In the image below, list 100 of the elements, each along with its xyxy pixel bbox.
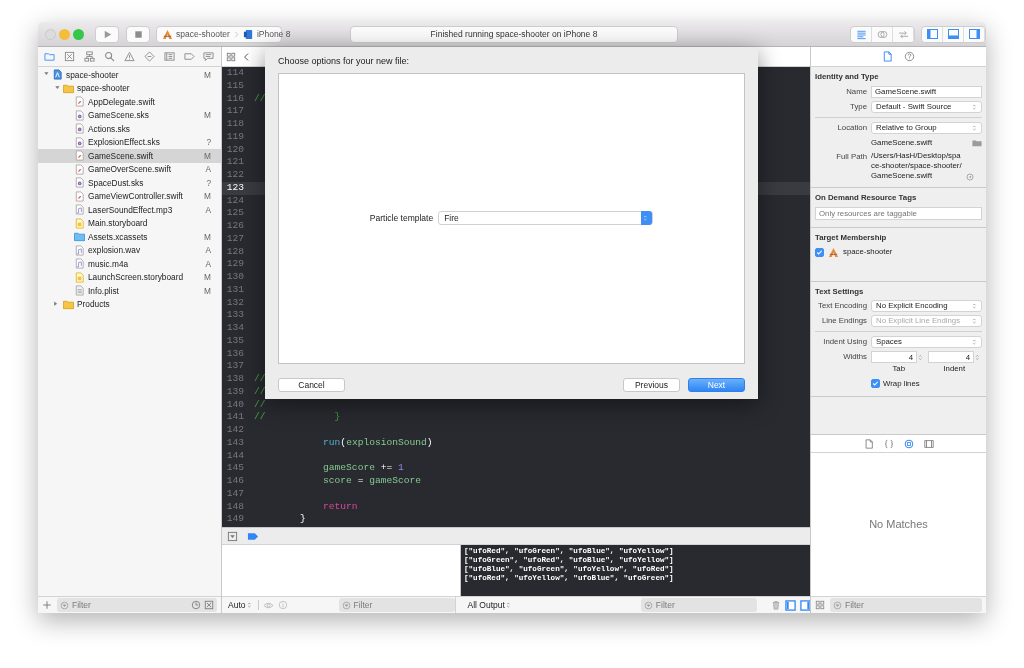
code-comment: //	[254, 373, 266, 386]
info-icon[interactable]	[277, 600, 288, 610]
hide-panel-icon[interactable]	[227, 530, 238, 542]
line-number: 124	[225, 194, 245, 208]
help-icon[interactable]	[904, 51, 915, 62]
panel-icon[interactable]	[799, 599, 811, 611]
filter-input[interactable]: Filter	[655, 598, 716, 612]
lines-icon	[855, 28, 867, 40]
line-number: 125	[225, 207, 245, 220]
file-name: Info.plist	[88, 284, 119, 297]
search-icon[interactable]	[104, 51, 116, 62]
breakpoint-icon[interactable]	[247, 530, 259, 542]
file-tree-item[interactable]: LaunchScreen.storyboard M	[38, 270, 221, 284]
template-select[interactable]: Fire	[438, 211, 654, 225]
clock-icon[interactable]	[191, 600, 201, 610]
file-tree-item[interactable]: music.m4a A	[38, 257, 221, 271]
file-tree-item[interactable]: AppDelegate.swift	[38, 95, 221, 109]
filter-field[interactable]: Filter	[338, 598, 455, 612]
file-tree-item[interactable]: Main.storyboard	[38, 216, 221, 230]
file-tree-item[interactable]: ExplosionEffect.sks ?	[38, 135, 221, 149]
braces-icon[interactable]	[883, 438, 894, 449]
panel-toggle-control[interactable]	[921, 25, 986, 43]
hierarchy-icon[interactable]	[84, 51, 96, 62]
filter-field[interactable]: Filter	[640, 598, 757, 612]
file-icon[interactable]	[882, 51, 893, 62]
disclosure-triangle-icon[interactable]	[53, 84, 60, 92]
file-tree-item[interactable]: GameScene.swift M	[38, 149, 221, 163]
file-icon[interactable]	[863, 438, 874, 449]
folder-icon	[74, 231, 85, 243]
file-tree-item[interactable]: Products	[38, 297, 221, 311]
file-tree-item[interactable]: SpaceDust.sks ?	[38, 176, 221, 190]
cancel-button[interactable]: Cancel	[278, 377, 345, 392]
scope-select[interactable]: Auto	[228, 598, 254, 612]
warning-icon[interactable]	[123, 51, 135, 62]
updown-icon	[246, 600, 254, 610]
file-icon	[74, 285, 85, 297]
editor-mode-control[interactable]	[850, 25, 915, 43]
disclosure-triangle-icon[interactable]	[53, 300, 60, 308]
file-tree-item[interactable]: space-shooter	[38, 81, 221, 95]
x-box-icon[interactable]	[204, 600, 214, 610]
arrow-circle-icon[interactable]	[966, 173, 974, 182]
file-tree-item[interactable]: space-shooter M	[38, 68, 221, 82]
file-name: GameScene.swift	[88, 149, 154, 162]
speech-bubble-icon[interactable]	[203, 51, 215, 62]
stop-button[interactable]	[126, 25, 150, 43]
run-button[interactable]	[95, 25, 119, 43]
file-icon	[74, 96, 85, 108]
folder-icon[interactable]	[44, 51, 56, 62]
circles-icon	[876, 28, 888, 40]
file-name: SpaceDust.sks	[88, 176, 144, 189]
updown-icon	[972, 337, 979, 348]
grid-icon[interactable]	[815, 600, 825, 610]
arrows-icon	[897, 28, 909, 40]
line-number: 116	[225, 92, 245, 106]
status-label: M	[204, 230, 211, 243]
grid-icon[interactable]	[226, 51, 236, 62]
device-name[interactable]: iPhone 8	[256, 27, 291, 41]
filter-field[interactable]: Filter	[830, 598, 982, 612]
file-name: music.m4a	[88, 257, 129, 270]
add-icon[interactable]	[42, 600, 52, 610]
diamond-icon[interactable]	[143, 51, 155, 62]
line-number: 145	[225, 462, 245, 475]
x-box-icon[interactable]	[64, 51, 76, 62]
activity-view: Finished running space-shooter on iPhone 8	[350, 25, 678, 43]
line-number: 129	[225, 258, 245, 271]
code-comment: //	[254, 385, 266, 399]
window-control-button[interactable]	[73, 28, 84, 40]
code-token: gameScore	[322, 462, 375, 475]
file-name: Actions.sks	[88, 122, 130, 135]
back-icon[interactable]	[242, 51, 251, 62]
filter-field[interactable]: Filter	[57, 598, 217, 612]
file-tree-item[interactable]: Actions.sks	[38, 122, 221, 136]
film-icon[interactable]	[923, 438, 934, 449]
checkbox[interactable]	[871, 379, 880, 389]
file-tree-item[interactable]: GameViewController.swift M	[38, 189, 221, 203]
list-icon[interactable]	[163, 51, 175, 62]
file-icon	[74, 109, 85, 121]
line-number: 144	[225, 449, 245, 463]
previous-button[interactable]: Previous	[623, 377, 680, 392]
filter-input[interactable]: Filter	[353, 598, 414, 612]
line-number: 138	[225, 373, 245, 386]
output-select[interactable]: All Output	[467, 598, 513, 612]
tag-icon[interactable]	[183, 51, 195, 62]
file-tree-item[interactable]: LaserSoundEffect.mp3 A	[38, 203, 221, 217]
line-number: 141	[225, 411, 245, 424]
checkbox[interactable]	[815, 247, 824, 257]
line-number: 132	[225, 296, 245, 310]
phone-icon	[242, 28, 254, 40]
filter-icon	[643, 600, 653, 610]
file-tree-item[interactable]: explosion.wav A	[38, 243, 221, 257]
panel-icon[interactable]	[784, 599, 796, 611]
file-name: GameOverScene.swift	[88, 163, 171, 176]
updown-icon	[505, 600, 513, 610]
trash-icon[interactable]	[770, 600, 781, 610]
code-token: }	[299, 513, 306, 526]
file-tree-item[interactable]: GameScene.sks M	[38, 108, 221, 122]
file-tree-item[interactable]: GameOverScene.swift A	[38, 162, 221, 176]
file-tree-item[interactable]: Assets.xcassets M	[38, 230, 221, 244]
circle-icon[interactable]	[903, 438, 914, 449]
file-tree-item[interactable]: Info.plist M	[38, 284, 221, 298]
